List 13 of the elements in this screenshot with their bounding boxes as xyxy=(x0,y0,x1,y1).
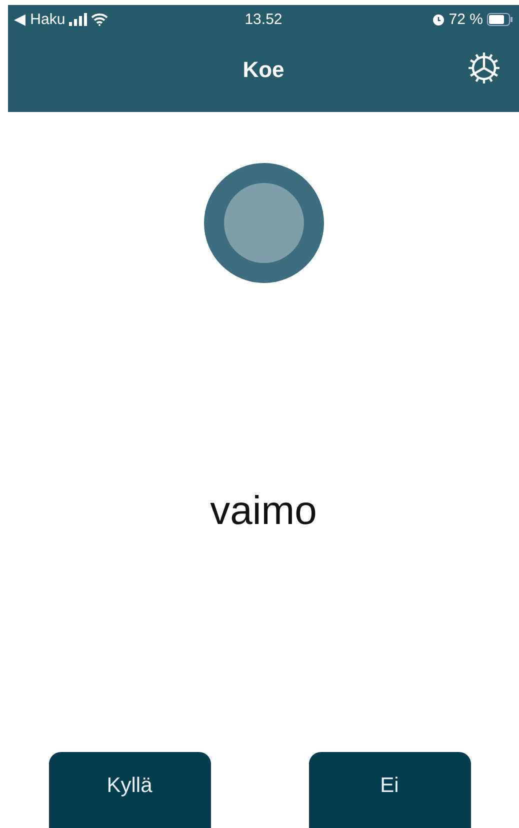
battery-icon xyxy=(487,12,513,26)
battery-percent: 72 % xyxy=(448,10,483,28)
answer-button[interactable]: Ei xyxy=(308,752,470,828)
settings-icon[interactable] xyxy=(467,51,501,85)
indicator-icon xyxy=(202,162,324,284)
clock-time: 13.52 xyxy=(244,10,284,28)
quiz-word: vaimo xyxy=(210,489,317,534)
back-link[interactable]: ◀ Haku xyxy=(14,10,66,28)
alarm-icon xyxy=(432,12,445,26)
screen-title: Koe xyxy=(242,57,284,83)
signal-icon xyxy=(69,12,88,26)
answer-button[interactable]: Kyllä xyxy=(48,752,210,828)
wifi-icon xyxy=(91,12,108,26)
